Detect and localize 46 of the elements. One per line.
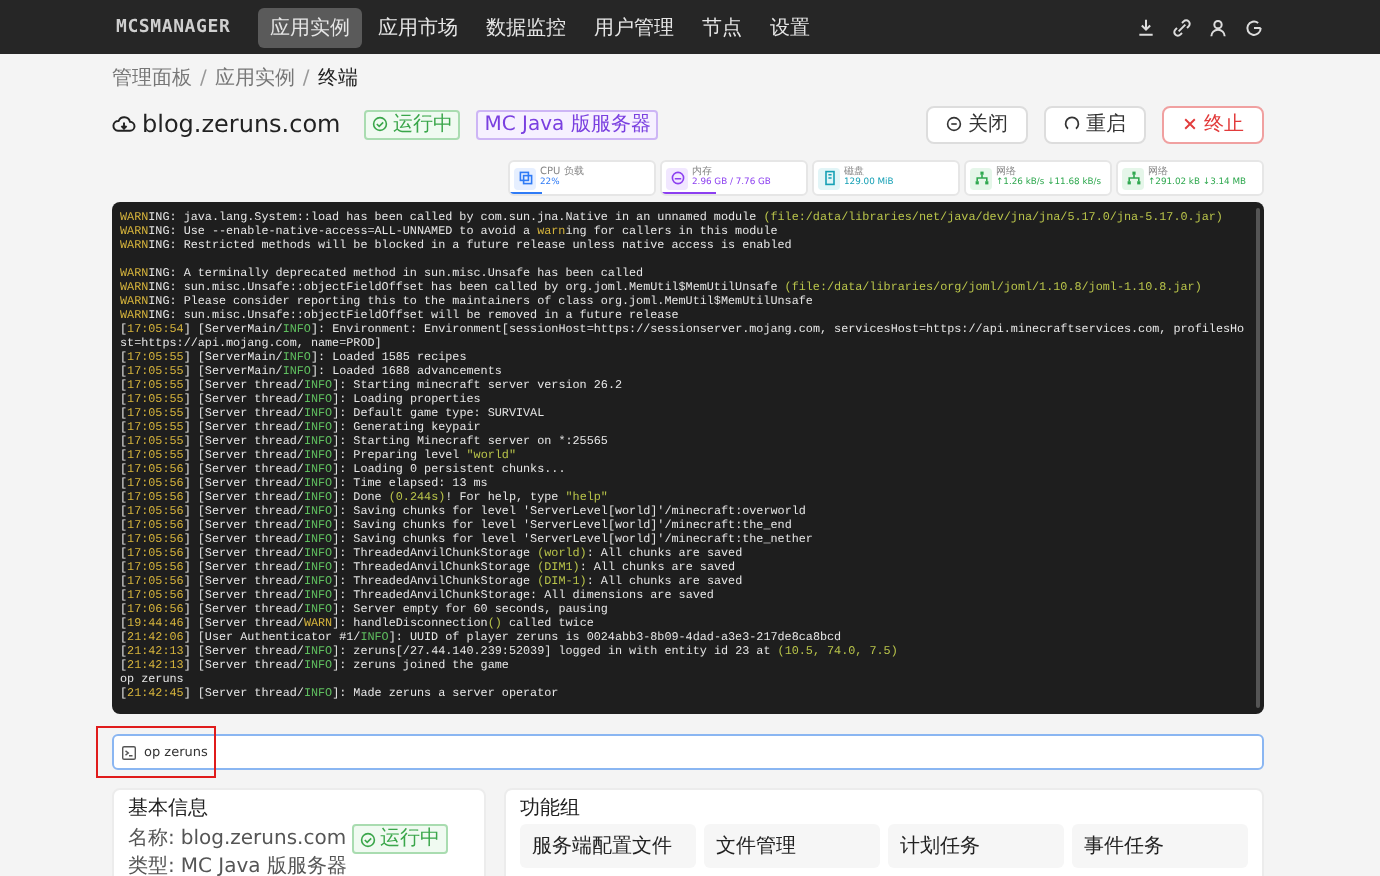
check-icon: [360, 831, 377, 847]
breadcrumb-link[interactable]: 终端: [317, 64, 358, 92]
breadcrumb-link[interactable]: 管理面板: [112, 64, 192, 92]
disk-icon: [818, 167, 840, 189]
status-text: 运行中: [392, 111, 453, 137]
feature-tile[interactable]: 文件管理: [704, 824, 880, 868]
info-label: 类型:: [128, 856, 175, 876]
cpu-icon: [514, 167, 536, 189]
close-icon: [1182, 116, 1198, 132]
link-icon[interactable]: [1172, 17, 1192, 37]
nav-tab[interactable]: 应用实例: [258, 7, 363, 47]
info-label: 名称:: [128, 828, 175, 850]
logo[interactable]: MCSMANAGER: [116, 17, 231, 37]
user-icon[interactable]: [1208, 17, 1228, 37]
type-tag: MC Java 版服务器: [476, 109, 659, 139]
check-icon: [372, 116, 389, 132]
status-text: 运行中: [380, 826, 441, 852]
cloud-icon: [112, 114, 136, 134]
restart-icon: [1064, 116, 1080, 132]
restart-button[interactable]: 重启: [1044, 105, 1146, 143]
highlight-frame: [96, 726, 216, 778]
breadcrumb-separator: /: [200, 67, 207, 89]
stop-button[interactable]: 关闭: [926, 105, 1028, 143]
nav-tab[interactable]: 数据监控: [474, 7, 579, 47]
breadcrumb-separator: /: [302, 67, 310, 89]
download-icon[interactable]: [1136, 17, 1156, 37]
feature-tile[interactable]: 计划任务: [888, 824, 1064, 868]
card-title: 基本信息: [128, 798, 210, 820]
nav-tab[interactable]: 应用市场: [366, 7, 471, 47]
feature-tile[interactable]: 事件任务: [1072, 824, 1248, 868]
network-icon: [970, 167, 992, 189]
info-value: blog.zeruns.com: [180, 828, 347, 850]
card-title: 功能组: [520, 798, 582, 820]
nav-tab[interactable]: 用户管理: [582, 7, 687, 47]
nav-tab[interactable]: 节点: [690, 7, 755, 47]
stop-icon: [946, 116, 962, 132]
network-icon: [1122, 167, 1144, 189]
terminal-icon: [122, 745, 136, 759]
instance-name: blog.zeruns.com: [142, 110, 341, 138]
feature-tile[interactable]: 服务端配置文件: [520, 824, 696, 868]
info-value: MC Java 版服务器: [180, 856, 347, 876]
kill-button[interactable]: 终止: [1162, 105, 1264, 143]
nav-tab[interactable]: 设置: [758, 7, 823, 47]
scrollbar[interactable]: [1256, 208, 1260, 708]
memory-icon: [666, 167, 688, 189]
breadcrumb-link[interactable]: 应用实例: [214, 64, 295, 92]
